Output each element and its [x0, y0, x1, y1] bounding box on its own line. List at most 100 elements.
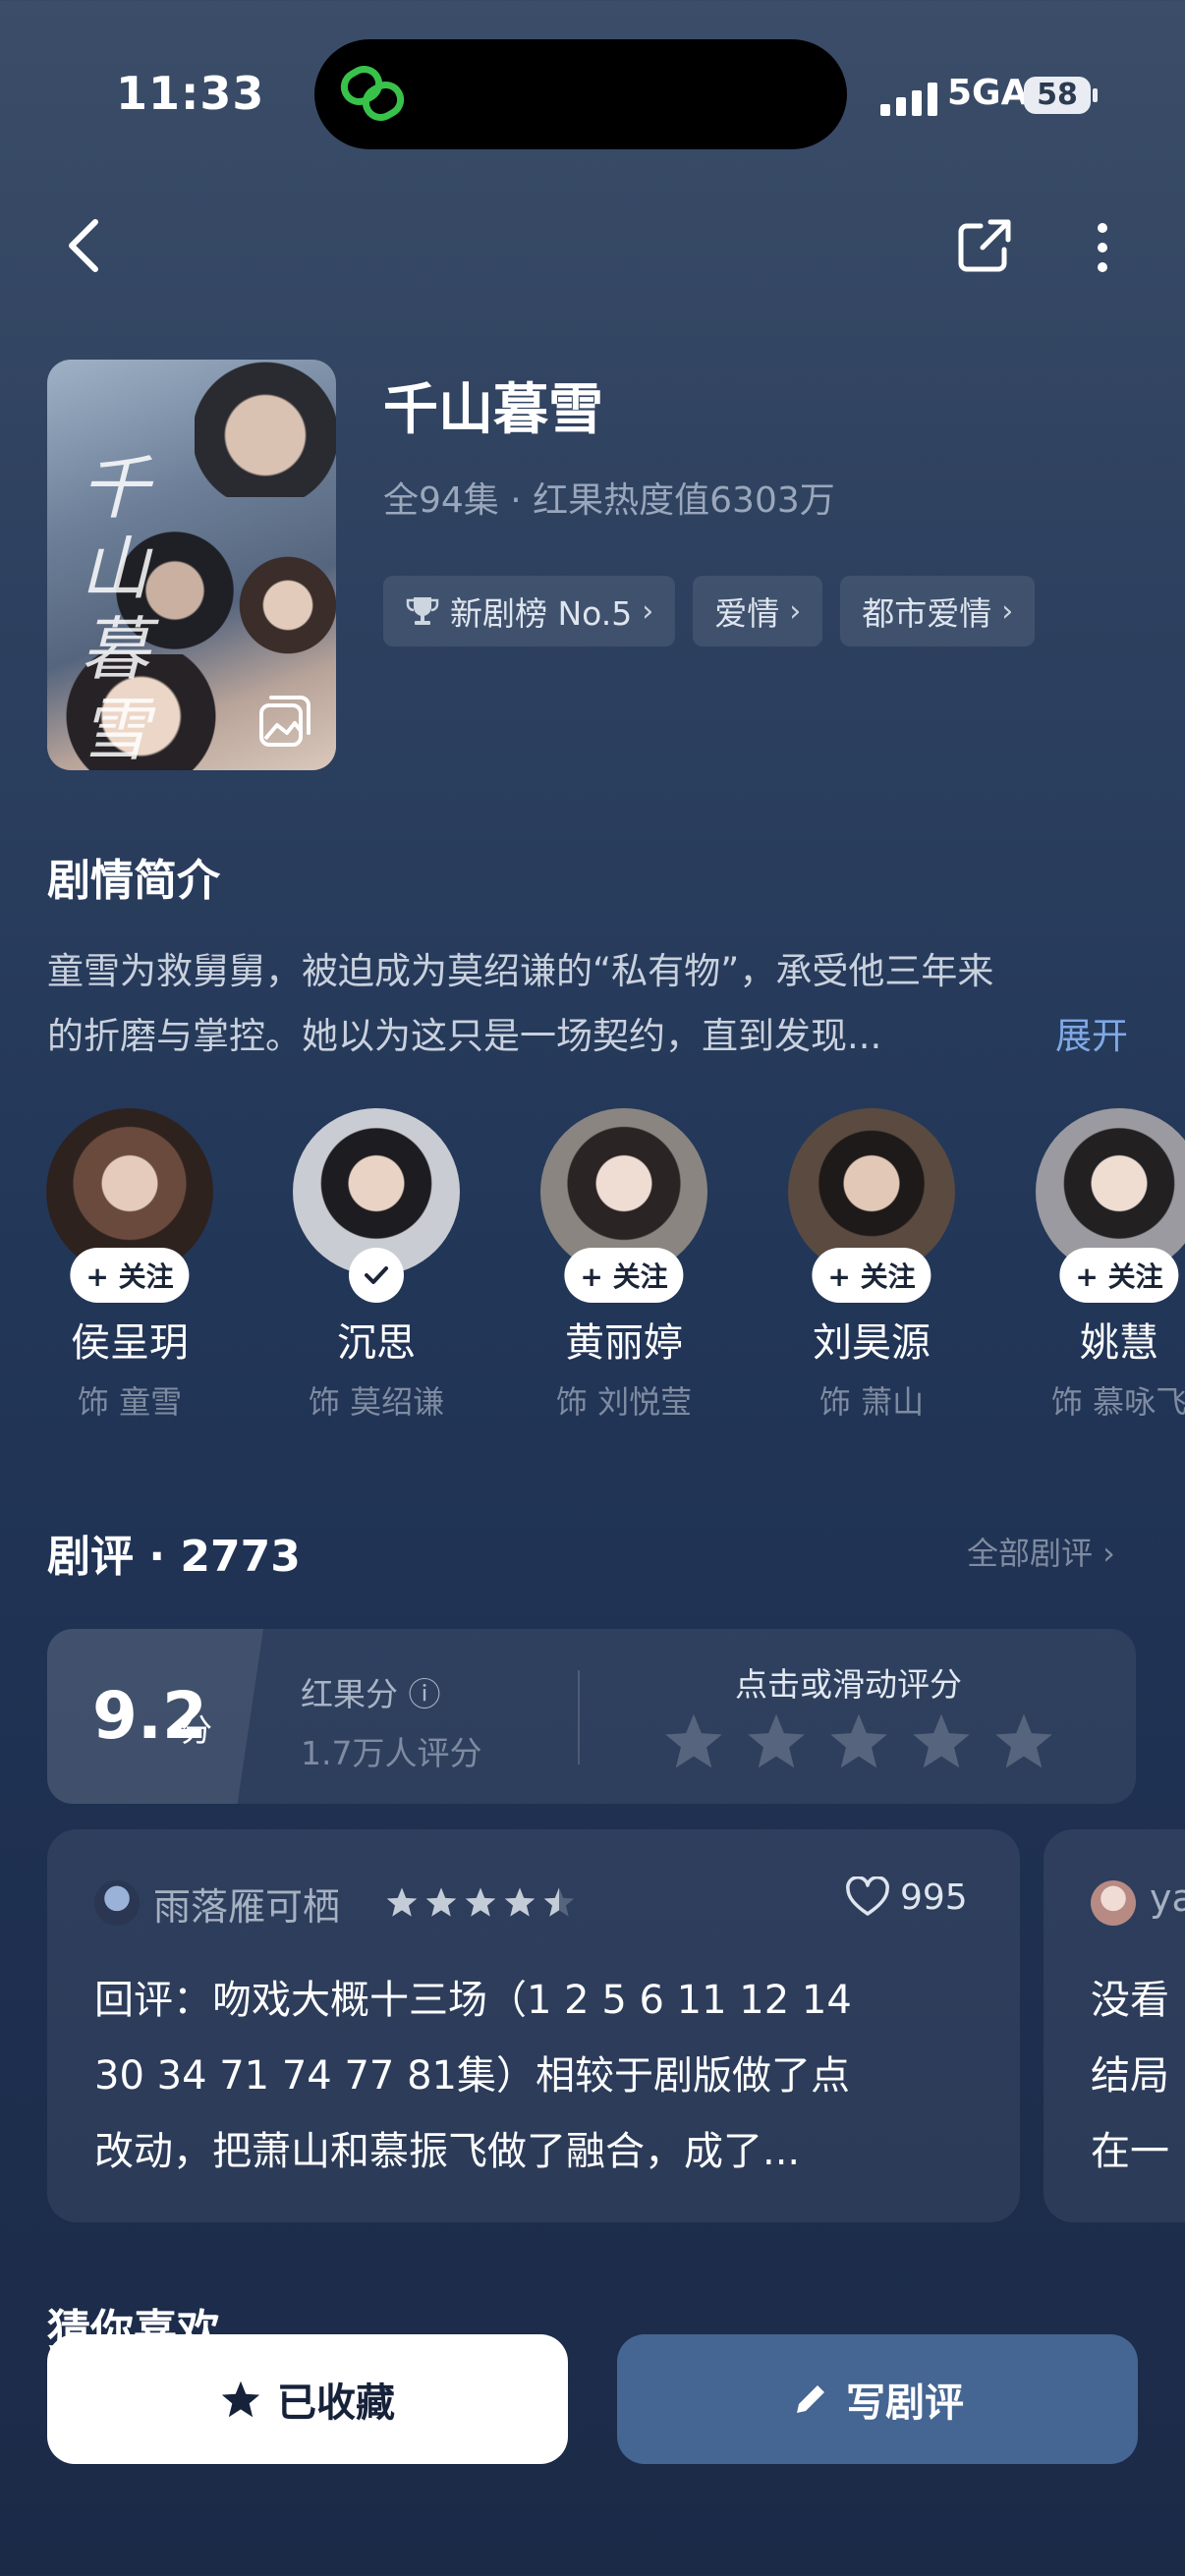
avatar[interactable] — [1091, 1880, 1136, 1926]
score-unit: 分 — [181, 1711, 213, 1749]
more-vertical-icon — [1098, 223, 1107, 272]
share-button[interactable] — [947, 208, 1022, 283]
star-icon — [425, 1887, 457, 1917]
cast-role: 饰 刘悦莹 — [555, 1383, 693, 1421]
star-icon — [386, 1887, 418, 1917]
chevron-right-icon: › — [789, 593, 802, 629]
review-text-line: 改动，把萧山和慕振飞做了融合，成了... — [94, 2129, 801, 2174]
review-username[interactable]: ya — [1150, 1876, 1185, 1920]
tag-genre[interactable]: 爱情 › — [693, 576, 823, 646]
poster-figure — [195, 360, 336, 497]
star-icon[interactable] — [992, 1711, 1055, 1770]
review-text: 没看 结局 在一 — [1091, 1963, 1185, 2190]
review-stars — [385, 1886, 576, 1918]
cast-role: 饰 莫绍谦 — [308, 1383, 445, 1421]
tag-ranking[interactable]: 新剧榜 No.5 › — [383, 576, 676, 646]
cast-role: 饰 慕咏飞 — [1050, 1383, 1185, 1421]
cast-member[interactable]: + 关注 姚慧 饰 慕咏飞 — [1021, 1108, 1185, 1423]
cast-member[interactable]: + 关注 刘昊源 饰 萧山 — [773, 1108, 970, 1423]
avatar[interactable]: + 关注 — [46, 1108, 213, 1303]
cast-name: 侯呈玥 — [71, 1320, 189, 1366]
more-button[interactable] — [1071, 208, 1134, 287]
tag-subgenre[interactable]: 都市爱情 › — [840, 576, 1036, 646]
write-review-label: 写剧评 — [846, 2380, 964, 2426]
cast-name: 沉思 — [337, 1320, 416, 1366]
cast-member[interactable]: + 关注 侯呈玥 饰 童雪 — [31, 1108, 228, 1423]
follow-button[interactable]: + 关注 — [70, 1248, 190, 1303]
all-reviews-link[interactable]: 全部剧评 › — [967, 1529, 1115, 1574]
heart-icon — [846, 1876, 889, 1916]
follow-button[interactable]: + 关注 — [564, 1248, 684, 1303]
status-time: 11:33 — [116, 67, 265, 120]
poster-figure — [234, 546, 336, 664]
review-card[interactable]: 雨落雁可栖 995 回评：吻戏大概十三场（1 2 5 6 11 12 14 30… — [47, 1829, 1020, 2222]
tag-label: 爱情 — [714, 594, 780, 633]
dynamic-island — [314, 39, 847, 149]
network-type: 5GA — [947, 73, 1029, 113]
rate-prompt: 点击或滑动评分 — [735, 1665, 962, 1704]
cast-member[interactable]: + 关注 黄丽婷 饰 刘悦莹 — [526, 1108, 722, 1423]
like-count: 995 — [900, 1876, 968, 1918]
cast-name: 刘昊源 — [813, 1320, 931, 1366]
chevron-left-icon — [69, 219, 98, 272]
expand-link[interactable]: 展开 — [1055, 1006, 1128, 1059]
star-icon[interactable] — [827, 1711, 890, 1770]
cellular-signal-icon — [880, 83, 937, 116]
cast-role: 饰 萧山 — [818, 1383, 925, 1421]
rating-stars-input[interactable] — [662, 1711, 1055, 1770]
followed-check-icon[interactable] — [349, 1248, 404, 1303]
tag-label: 新剧榜 No.5 — [450, 594, 633, 633]
tag-label: 都市爱情 — [862, 594, 992, 633]
synopsis-text: 的折磨与掌控。她以为这只是一场契约，直到发现... — [47, 1015, 882, 1057]
poster-title-art: 千山暮雪 — [81, 448, 149, 770]
review-text-line: 在一 — [1091, 2129, 1169, 2174]
star-icon[interactable] — [745, 1711, 808, 1770]
synopsis-heading: 剧情简介 — [47, 856, 220, 906]
drama-meta: 全94集 · 红果热度值6303万 — [383, 480, 835, 521]
cast-role: 饰 童雪 — [77, 1383, 183, 1421]
cast-name: 姚慧 — [1080, 1320, 1158, 1366]
chevron-right-icon: › — [642, 593, 654, 629]
share-icon — [958, 219, 1011, 272]
trophy-icon — [406, 597, 439, 625]
back-button[interactable] — [49, 206, 118, 285]
rating-count: 1.7万人评分 — [301, 1734, 482, 1772]
star-icon — [465, 1887, 496, 1917]
review-card[interactable]: ya 没看 结局 在一 — [1044, 1829, 1185, 2222]
tag-list: 新剧榜 No.5 › 爱情 › 都市爱情 › — [383, 576, 1036, 646]
half-star-icon — [543, 1887, 575, 1917]
rating-panel: 9.2 分 红果分 ⓘ 1.7万人评分 点击或滑动评分 — [47, 1629, 1136, 1804]
star-icon — [221, 2380, 260, 2418]
review-username[interactable]: 雨落雁可栖 — [153, 1876, 340, 1931]
reviews-heading: 剧评 · 2773 — [47, 1532, 301, 1582]
chevron-right-icon: › — [1001, 593, 1014, 629]
drama-poster[interactable]: 千山暮雪 — [47, 360, 336, 770]
battery-tip — [1093, 88, 1098, 102]
follow-button[interactable]: + 关注 — [1059, 1248, 1179, 1303]
write-review-button[interactable]: 写剧评 — [617, 2334, 1138, 2464]
star-icon — [504, 1887, 536, 1917]
review-text-line: 结局 — [1091, 2053, 1169, 2099]
review-text-line: 没看 — [1091, 1978, 1169, 2023]
avatar[interactable] — [94, 1880, 140, 1926]
star-icon[interactable] — [910, 1711, 973, 1770]
star-icon[interactable] — [662, 1711, 725, 1770]
hongguo-score-label[interactable]: 红果分 ⓘ — [301, 1668, 441, 1715]
review-text: 回评：吻戏大概十三场（1 2 5 6 11 12 14 30 34 71 74 … — [94, 1963, 998, 2190]
avatar[interactable] — [293, 1108, 460, 1303]
synopsis-text: 童雪为救舅舅，被迫成为莫绍谦的“私有物”，承受他三年来 — [47, 950, 994, 992]
collect-button[interactable]: 已收藏 — [47, 2334, 568, 2464]
review-text-line: 回评：吻戏大概十三场（1 2 5 6 11 12 14 — [94, 1978, 852, 2023]
cast-member[interactable]: 沉思 饰 莫绍谦 — [278, 1108, 475, 1423]
like-button[interactable]: 995 — [845, 1876, 968, 1918]
follow-button[interactable]: + 关注 — [812, 1248, 931, 1303]
drama-title: 千山暮雪 — [383, 378, 603, 442]
pencil-icon — [797, 2385, 824, 2413]
avatar[interactable]: + 关注 — [540, 1108, 707, 1303]
app-link-icon — [340, 66, 405, 121]
avatar[interactable]: + 关注 — [1036, 1108, 1185, 1303]
gallery-icon[interactable] — [257, 694, 312, 749]
collect-label: 已收藏 — [277, 2380, 395, 2426]
avatar[interactable]: + 关注 — [788, 1108, 955, 1303]
cast-name: 黄丽婷 — [565, 1320, 683, 1366]
